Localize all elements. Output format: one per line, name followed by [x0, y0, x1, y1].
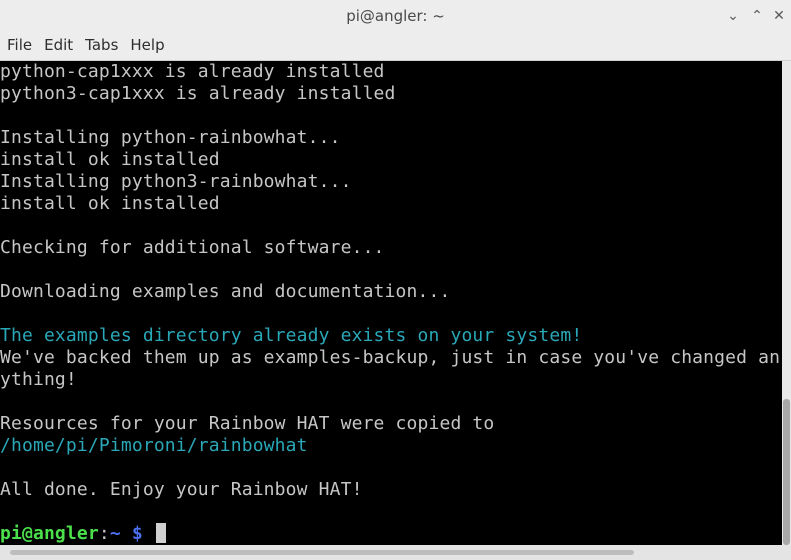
terminal-line: python3-cap1xxx is already installed: [0, 83, 396, 104]
prompt-path: ~ $: [109, 523, 143, 544]
prompt-user-host: pi@angler: [0, 523, 99, 544]
window-titlebar[interactable]: pi@angler: ~ ⌄ ⌃ ✕: [0, 0, 791, 32]
vertical-scroll-thumb[interactable]: [783, 399, 790, 545]
terminal-line: All done. Enjoy your Rainbow HAT!: [0, 479, 363, 500]
menu-edit[interactable]: Edit: [39, 31, 78, 60]
menu-tabs[interactable]: Tabs: [80, 31, 123, 60]
terminal-line: python-cap1xxx is already installed: [0, 61, 385, 82]
close-icon[interactable]: ✕: [769, 6, 789, 26]
menu-file[interactable]: File: [2, 31, 37, 60]
horizontal-scroll-thumb[interactable]: [10, 550, 634, 555]
menu-help[interactable]: Help: [125, 31, 169, 60]
terminal-line: install ok installed: [0, 149, 220, 170]
terminal-line: We've backed them up as examples-backup,…: [0, 347, 781, 368]
terminal-output[interactable]: python-cap1xxx is already installed pytho…: [0, 61, 782, 545]
terminal-line: Installing python-rainbowhat...: [0, 127, 341, 148]
terminal-line: Checking for additional software...: [0, 237, 385, 258]
text-cursor: [155, 523, 166, 543]
prompt-colon: :: [98, 523, 110, 544]
menu-bar: File Edit Tabs Help: [0, 31, 791, 61]
terminal-line: Installing python3-rainbowhat...: [0, 171, 352, 192]
window-title: pi@angler: ~: [346, 7, 445, 25]
vertical-scrollbar[interactable]: [782, 61, 791, 545]
prompt-line[interactable]: pi@angler:~ $: [0, 523, 780, 545]
terminal-line: /home/pi/Pimoroni/rainbowhat: [0, 435, 308, 456]
terminal-line: ything!: [0, 369, 77, 390]
terminal-lines: python-cap1xxx is already installed pytho…: [0, 61, 780, 545]
minimize-icon[interactable]: ⌄: [723, 6, 743, 26]
terminal-line: Downloading examples and documentation..…: [0, 281, 451, 302]
terminal-line: install ok installed: [0, 193, 220, 214]
terminal-line: Resources for your Rainbow HAT were copi…: [0, 413, 495, 434]
horizontal-scrollbar[interactable]: [0, 545, 791, 560]
terminal-line: The examples directory already exists on…: [0, 325, 583, 346]
maximize-icon[interactable]: ⌃: [747, 6, 767, 26]
